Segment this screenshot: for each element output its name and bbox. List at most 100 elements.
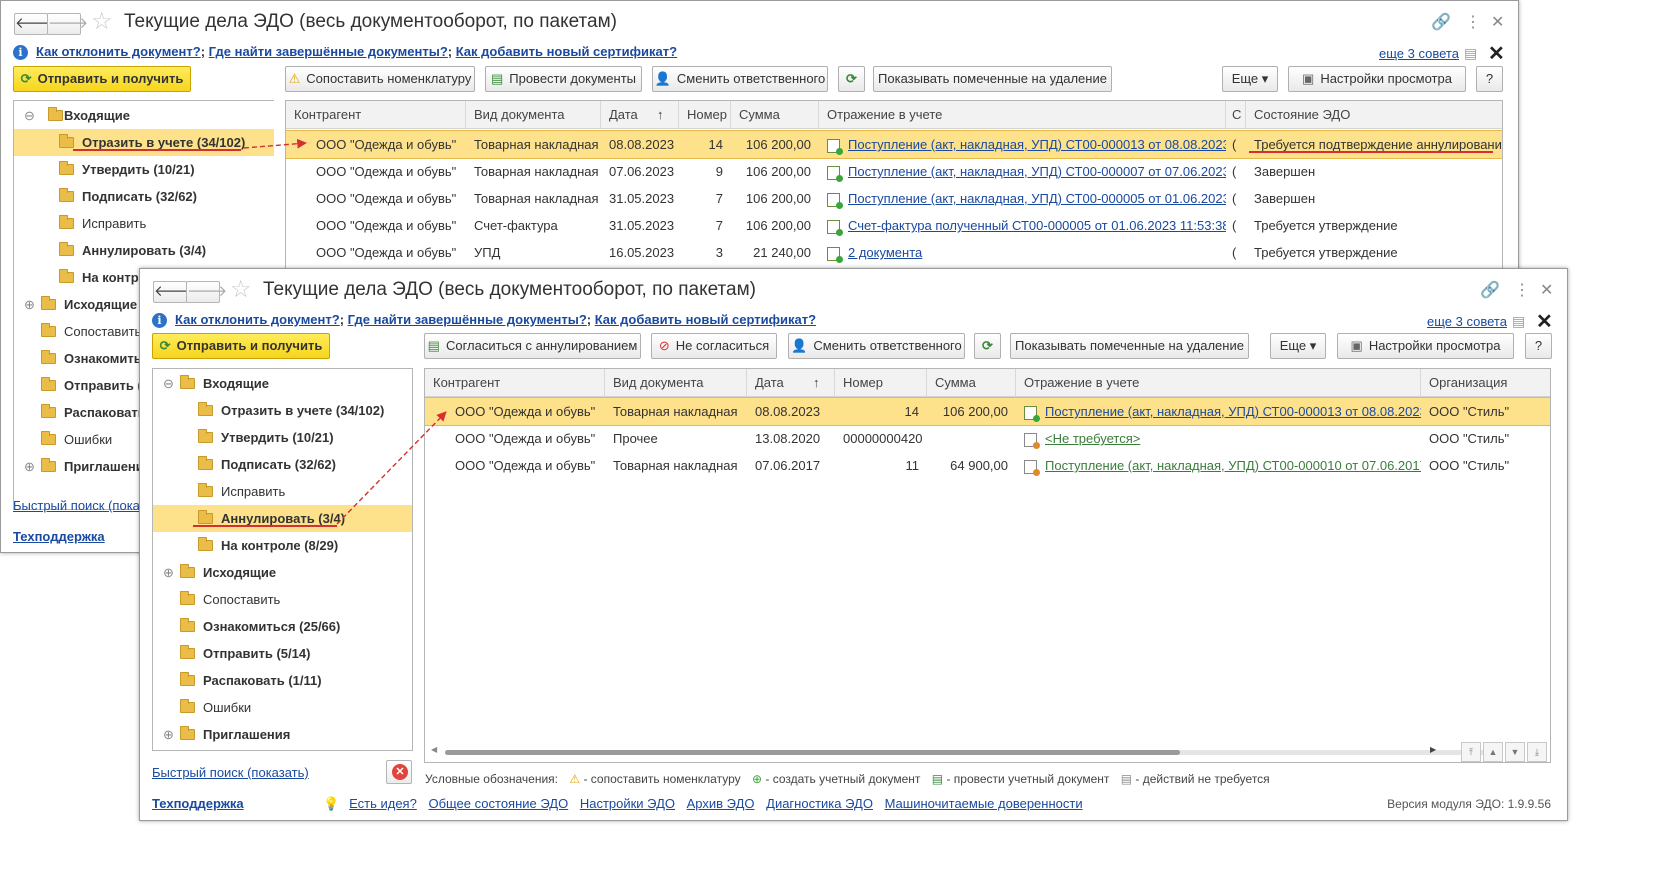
tree-item-control[interactable]: На контроле (8/29) bbox=[153, 532, 412, 559]
close-tips-icon[interactable]: ✕ bbox=[1488, 41, 1505, 66]
more-button[interactable]: Еще ▾ bbox=[1270, 333, 1326, 359]
table-row[interactable]: ООО "Одежда и обувь" Прочее 13.08.2020 0… bbox=[425, 425, 1550, 452]
close-icon[interactable]: ✕ bbox=[1491, 13, 1504, 33]
tree-item-errors[interactable]: Ошибки bbox=[153, 694, 412, 721]
proxies-link[interactable]: Машиночитаемые доверенности bbox=[885, 796, 1083, 811]
refresh-button[interactable]: ⟳ bbox=[838, 66, 865, 92]
scroll-right-icon[interactable]: ▶ bbox=[1430, 745, 1436, 754]
col-date[interactable]: Дата ↑ bbox=[747, 369, 835, 397]
scroll-left-icon[interactable]: ◀ bbox=[431, 745, 437, 754]
col-number[interactable]: Номер bbox=[835, 369, 927, 397]
col-doc-type[interactable]: Вид документа bbox=[466, 101, 601, 129]
more-tips-link[interactable]: еще 3 совета bbox=[1379, 46, 1459, 61]
col-sum[interactable]: Сумма bbox=[731, 101, 819, 129]
tree-item-approve[interactable]: Утвердить (10/21) bbox=[14, 156, 274, 183]
tree-item-incoming[interactable]: ⊖ Входящие bbox=[153, 370, 412, 397]
accounting-link[interactable]: <Не требуется> bbox=[1045, 431, 1140, 446]
tree-item-outgoing[interactable]: ⊕ Исходящие bbox=[153, 559, 412, 586]
tree-item-unpack[interactable]: Распаковать (1/11) bbox=[153, 667, 412, 694]
refresh-button[interactable]: ⟳ bbox=[974, 333, 1001, 359]
back-button[interactable]: 🡐 bbox=[14, 13, 55, 35]
edo-archive-link[interactable]: Архив ЭДО bbox=[687, 796, 755, 811]
accounting-link[interactable]: Поступление (акт, накладная, УПД) СТ00-0… bbox=[848, 164, 1226, 179]
tree-item-sign[interactable]: Подписать (32/62) bbox=[14, 183, 274, 210]
table-row[interactable]: ООО "Одежда и обувь" Товарная накладная … bbox=[286, 185, 1502, 212]
support-link[interactable]: Техподдержка bbox=[152, 796, 244, 811]
view-settings-button[interactable]: ▣ Настройки просмотра bbox=[1337, 333, 1514, 359]
table-row[interactable]: ООО "Одежда и обувь" УПД 16.05.2023 3 21… bbox=[286, 239, 1502, 266]
help-link-finished[interactable]: Где найти завершённые документы? bbox=[348, 312, 587, 327]
back-button[interactable]: 🡐 bbox=[153, 281, 194, 303]
tree-item-fix[interactable]: Исправить bbox=[14, 210, 274, 237]
tree-item-fix[interactable]: Исправить bbox=[153, 478, 412, 505]
help-button[interactable]: ? bbox=[1476, 66, 1503, 92]
tree-item-reflect[interactable]: Отразить в учете (34/102) bbox=[153, 397, 412, 424]
help-link-reject[interactable]: Как отклонить документ? bbox=[175, 312, 340, 327]
help-link-certificate[interactable]: Как добавить новый сертификат? bbox=[456, 44, 677, 59]
help-button[interactable]: ? bbox=[1525, 333, 1552, 359]
agree-annul-button[interactable]: ▤ Согласиться с аннулированием bbox=[424, 333, 641, 359]
send-receive-button[interactable]: ⟳ Отправить и получить bbox=[13, 66, 191, 92]
expand-icon[interactable]: ⊕ bbox=[163, 721, 174, 748]
tree-item-annul[interactable]: Аннулировать (3/4) bbox=[14, 237, 274, 264]
favorite-star-icon[interactable]: ☆ bbox=[91, 9, 113, 35]
view-settings-button[interactable]: ▣ Настройки просмотра bbox=[1288, 66, 1466, 92]
scroll-bottom-icon[interactable]: ⤓ bbox=[1527, 742, 1547, 762]
edo-diagnostics-link[interactable]: Диагностика ЭДО bbox=[766, 796, 873, 811]
edo-settings-link[interactable]: Настройки ЭДО bbox=[580, 796, 675, 811]
post-documents-button[interactable]: ▤ Провести документы bbox=[485, 66, 642, 92]
tree-item-review[interactable]: Ознакомиться (25/66) bbox=[153, 613, 412, 640]
col-counterparty[interactable]: Контрагент bbox=[286, 101, 466, 129]
col-accounting[interactable]: Отражение в учете bbox=[1016, 369, 1421, 397]
tree-item-sign[interactable]: Подписать (32/62) bbox=[153, 451, 412, 478]
tree-item-match[interactable]: Сопоставить bbox=[153, 586, 412, 613]
accounting-link[interactable]: Поступление (акт, накладная, УПД) СТ00-0… bbox=[1045, 404, 1421, 419]
tree-item-reflect[interactable]: Отразить в учете (34/102) bbox=[14, 129, 274, 156]
table-row[interactable]: ООО "Одежда и обувь" Товарная накладная … bbox=[286, 158, 1502, 185]
tree-item-invitations[interactable]: ⊕ Приглашения bbox=[153, 721, 412, 748]
col-c[interactable]: С bbox=[1226, 101, 1246, 129]
close-tips-icon[interactable]: ✕ bbox=[1536, 309, 1553, 334]
collapse-icon[interactable]: ⊖ bbox=[163, 370, 174, 397]
help-link-certificate[interactable]: Как добавить новый сертификат? bbox=[595, 312, 816, 327]
help-link-reject[interactable]: Как отклонить документ? bbox=[36, 44, 201, 59]
col-doc-type[interactable]: Вид документа bbox=[605, 369, 747, 397]
col-accounting[interactable]: Отражение в учете bbox=[819, 101, 1226, 129]
more-menu-icon[interactable]: ⋮ bbox=[1465, 13, 1481, 33]
match-nomenclature-button[interactable]: ⚠ Сопоставить номенклатуру bbox=[285, 66, 475, 92]
scroll-up-icon[interactable]: ▲ bbox=[1483, 742, 1503, 762]
col-number[interactable]: Номер bbox=[679, 101, 731, 129]
edo-status-link[interactable]: Общее состояние ЭДО bbox=[428, 796, 568, 811]
col-counterparty[interactable]: Контрагент bbox=[425, 369, 605, 397]
collapse-icon[interactable]: ⊖ bbox=[24, 102, 35, 129]
horizontal-scrollbar[interactable]: ◀ ▶ bbox=[425, 745, 1550, 757]
link-icon[interactable]: 🔗 bbox=[1480, 281, 1500, 301]
expand-icon[interactable]: ⊕ bbox=[24, 453, 35, 480]
tree-item-approve[interactable]: Утвердить (10/21) bbox=[153, 424, 412, 451]
close-icon[interactable]: ✕ bbox=[1540, 281, 1553, 301]
table-row[interactable]: ООО "Одежда и обувь" Товарная накладная … bbox=[425, 452, 1550, 479]
support-link[interactable]: Техподдержка bbox=[13, 529, 105, 544]
note-icon[interactable]: ▤ bbox=[1512, 313, 1525, 330]
table-row[interactable]: ООО "Одежда и обувь" Товарная накладная … bbox=[286, 130, 1502, 159]
scroll-down-icon[interactable]: ▼ bbox=[1505, 742, 1525, 762]
col-sum[interactable]: Сумма bbox=[927, 369, 1016, 397]
tree-item-incoming[interactable]: ⊖ Входящие bbox=[14, 102, 274, 129]
disagree-button[interactable]: ⊘ Не согласиться bbox=[651, 333, 777, 359]
tree-item-annul[interactable]: Аннулировать (3/4) bbox=[153, 505, 412, 532]
more-menu-icon[interactable]: ⋮ bbox=[1514, 281, 1530, 301]
send-receive-button[interactable]: ⟳ Отправить и получить bbox=[152, 333, 330, 359]
tree-item-send[interactable]: Отправить (5/14) bbox=[153, 640, 412, 667]
clear-search-button[interactable]: ✕ bbox=[386, 760, 412, 784]
note-icon[interactable]: ▤ bbox=[1464, 45, 1477, 62]
accounting-link[interactable]: Счет-фактура полученный СТ00-000005 от 0… bbox=[848, 218, 1226, 233]
more-tips-link[interactable]: еще 3 совета bbox=[1427, 314, 1507, 329]
table-row[interactable]: ООО "Одежда и обувь" Товарная накладная … bbox=[425, 397, 1550, 426]
change-responsible-button[interactable]: 👤 Сменить ответственного bbox=[652, 66, 828, 92]
help-link-finished[interactable]: Где найти завершённые документы? bbox=[209, 44, 448, 59]
idea-link[interactable]: Есть идея? bbox=[349, 796, 417, 811]
forward-button[interactable]: 🡒 bbox=[47, 13, 88, 35]
col-date[interactable]: Дата ↑ bbox=[601, 101, 679, 129]
accounting-link[interactable]: Поступление (акт, накладная, УПД) СТ00-0… bbox=[1045, 458, 1421, 473]
col-edo-state[interactable]: Состояние ЭДО bbox=[1246, 101, 1502, 129]
